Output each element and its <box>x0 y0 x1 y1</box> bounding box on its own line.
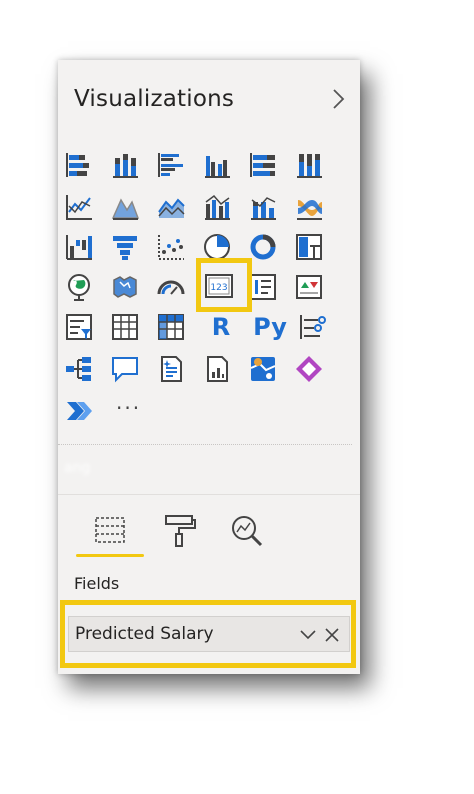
key-influencers-icon[interactable] <box>298 312 328 342</box>
chevron-down-icon[interactable] <box>299 626 317 644</box>
line-clustered-column-chart-icon[interactable] <box>202 192 232 222</box>
area-chart-icon[interactable] <box>110 192 140 222</box>
filled-map-icon[interactable] <box>110 272 140 302</box>
r-script-visual-icon[interactable]: R <box>206 312 236 342</box>
scatter-chart-icon[interactable] <box>156 232 186 262</box>
donut-chart-icon[interactable] <box>248 232 278 262</box>
power-apps-icon[interactable] <box>294 354 324 384</box>
field-well-item[interactable]: Predicted Salary <box>68 616 350 652</box>
python-visual-icon[interactable]: Py <box>252 312 288 342</box>
decomposition-tree-icon[interactable] <box>64 354 94 384</box>
clustered-bar-chart-icon[interactable] <box>156 150 186 180</box>
100-stacked-bar-chart-icon[interactable] <box>248 150 278 180</box>
gauge-icon[interactable] <box>156 272 186 302</box>
treemap-icon[interactable] <box>294 232 324 262</box>
multi-row-card-icon[interactable] <box>248 272 278 302</box>
map-icon[interactable] <box>64 272 94 302</box>
azure-map-icon[interactable] <box>248 354 278 384</box>
line-stacked-column-chart-icon[interactable] <box>248 192 278 222</box>
visualizations-pane: Visualizations 123 R Py ··· ang Fields P… <box>58 60 360 674</box>
format-tab-icon[interactable] <box>160 510 200 550</box>
paginated-report-icon[interactable] <box>202 354 232 384</box>
pane-title: Visualizations <box>74 86 235 112</box>
close-icon[interactable] <box>323 626 341 644</box>
analytics-tab-icon[interactable] <box>226 510 266 550</box>
blurred-label: ang <box>64 460 91 476</box>
power-automate-icon[interactable] <box>64 396 94 426</box>
100-stacked-column-chart-icon[interactable] <box>294 150 324 180</box>
slicer-icon[interactable] <box>64 312 94 342</box>
stacked-bar-chart-icon[interactable] <box>64 150 94 180</box>
kpi-icon[interactable] <box>294 272 324 302</box>
line-chart-icon[interactable] <box>64 192 94 222</box>
divider <box>58 494 360 495</box>
field-name: Predicted Salary <box>75 624 214 644</box>
fields-tab-icon[interactable] <box>90 510 130 550</box>
smart-narrative-icon[interactable] <box>156 354 186 384</box>
stacked-area-chart-icon[interactable] <box>156 192 186 222</box>
qa-icon[interactable] <box>110 354 140 384</box>
selected-visual-highlight <box>196 258 252 312</box>
ribbon-chart-icon[interactable] <box>294 192 324 222</box>
more-visuals-button[interactable]: ··· <box>116 396 141 420</box>
active-tab-indicator <box>76 554 144 557</box>
waterfall-chart-icon[interactable] <box>64 232 94 262</box>
fields-section-label: Fields <box>74 574 120 593</box>
divider <box>58 444 352 445</box>
table-icon[interactable] <box>110 312 140 342</box>
clustered-column-chart-icon[interactable] <box>202 150 232 180</box>
funnel-chart-icon[interactable] <box>110 232 140 262</box>
stacked-column-chart-icon[interactable] <box>110 150 140 180</box>
matrix-icon[interactable] <box>156 312 186 342</box>
chevron-right-icon[interactable] <box>328 87 348 111</box>
